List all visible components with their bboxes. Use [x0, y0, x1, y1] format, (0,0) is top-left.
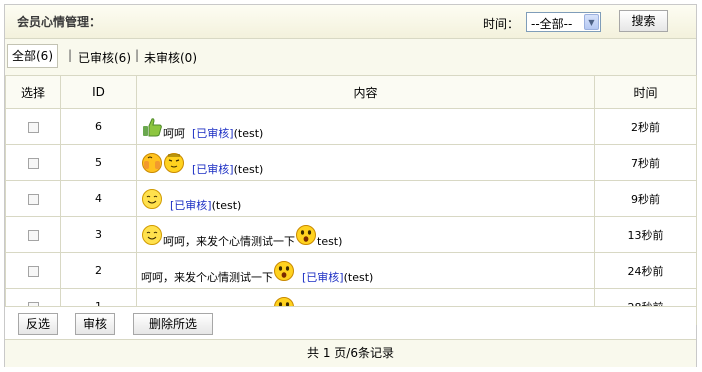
mood-management-panel: 会员心情管理： 时间： --全部-- ▼ 搜索 全部(6) | 已审核(6) |… [4, 4, 697, 367]
row-content: 呵呵 [已审核](test) [136, 108, 595, 145]
row-content: 呵呵，来发个心情测试一下 [已审核](test) [136, 252, 595, 289]
row-id: 2 [60, 252, 137, 289]
author-name: (test) [211, 199, 242, 212]
row-time: 13秒前 [594, 216, 697, 253]
author-name: (test) [343, 271, 374, 284]
bulk-actions-bar: 反选 审核 删除所选 [5, 306, 696, 340]
status-filter-tabs: 全部(6) | 已审核(6) | 未审核(0) [5, 39, 696, 76]
row-checkbox[interactable] [27, 157, 39, 169]
author-name: (test) [233, 127, 264, 140]
page-title: 会员心情管理： [17, 15, 102, 29]
tab-separator: | [135, 48, 140, 62]
approve-button[interactable]: 审核 [75, 313, 115, 335]
author-name: test) [317, 235, 343, 248]
panel-header: 会员心情管理： 时间： --全部-- ▼ 搜索 [5, 5, 696, 39]
approved-status-link[interactable]: [已审核] [192, 163, 234, 176]
row-id: 6 [60, 108, 137, 145]
shy-face-icon [163, 152, 185, 177]
row-id: 5 [60, 144, 137, 181]
row-checkbox[interactable] [27, 265, 39, 277]
row-select-cell [5, 216, 61, 253]
row-id: 3 [60, 216, 137, 253]
table-row: 5 [已审核](test) 7秒前 [5, 144, 697, 181]
mood-text: 呵呵，来发个心情测试一下 [141, 271, 273, 284]
row-select-cell [5, 144, 61, 181]
row-content: [已审核](test) [136, 144, 595, 181]
surprised-icon [273, 260, 295, 285]
tab-separator: | [68, 48, 73, 62]
table-header-row: 选择 ID 内容 时间 [5, 75, 697, 109]
hands-face-icon [141, 152, 163, 177]
column-header-time: 时间 [594, 75, 697, 109]
table-row: 4 [已审核](test) 9秒前 [5, 180, 697, 217]
row-time: 9秒前 [594, 180, 697, 217]
row-content: 呵呵，来发个心情测试一下 test) [136, 216, 595, 253]
surprised-icon [295, 224, 317, 249]
smile-icon [141, 224, 163, 249]
column-header-id: ID [60, 75, 137, 109]
approved-status-link[interactable]: [已审核] [192, 127, 234, 140]
table-row: 2 呵呵，来发个心情测试一下 [已审核](test) 24秒前 [5, 252, 697, 289]
row-checkbox[interactable] [27, 193, 39, 205]
author-name: (test) [233, 163, 264, 176]
mood-text: 呵呵，来发个心情测试一下 [163, 235, 295, 248]
row-checkbox[interactable] [27, 229, 39, 241]
smile-icon [141, 188, 163, 213]
pagination-summary: 共 1 页/6条记录 [5, 339, 696, 367]
column-header-content: 内容 [136, 75, 595, 109]
chevron-down-icon[interactable]: ▼ [584, 14, 599, 30]
time-filter-select[interactable]: --全部-- ▼ [526, 12, 601, 32]
time-filter-label: 时间： [483, 17, 520, 31]
row-content: [已审核](test) [136, 180, 595, 217]
table-row: 6 呵呵 [已审核](test) 2秒前 [5, 108, 697, 145]
delete-selected-button[interactable]: 删除所选 [133, 313, 213, 335]
tab-all[interactable]: 全部(6) [7, 44, 58, 68]
row-select-cell [5, 252, 61, 289]
row-time: 24秒前 [594, 252, 697, 289]
row-time: 2秒前 [594, 108, 697, 145]
row-select-cell [5, 108, 61, 145]
row-checkbox[interactable] [27, 121, 39, 133]
mood-text: 呵呵 [163, 127, 185, 140]
tab-pending[interactable]: 未审核(0) [144, 49, 197, 66]
tab-approved[interactable]: 已审核(6) [78, 49, 131, 66]
search-button[interactable]: 搜索 [619, 10, 668, 32]
mood-table: 选择 ID 内容 时间 6 呵呵 [已审核](test) 2秒前 5 [已审核](te… [5, 75, 697, 325]
approved-status-link[interactable]: [已审核] [302, 271, 344, 284]
invert-selection-button[interactable]: 反选 [18, 313, 58, 335]
time-filter-value: --全部-- [531, 17, 573, 31]
approved-status-link[interactable]: [已审核] [170, 199, 212, 212]
thumbs-up-icon [141, 116, 163, 141]
column-header-select: 选择 [5, 75, 61, 109]
row-select-cell [5, 180, 61, 217]
table-row: 3 呵呵，来发个心情测试一下 test) 13秒前 [5, 216, 697, 253]
row-time: 7秒前 [594, 144, 697, 181]
row-id: 4 [60, 180, 137, 217]
